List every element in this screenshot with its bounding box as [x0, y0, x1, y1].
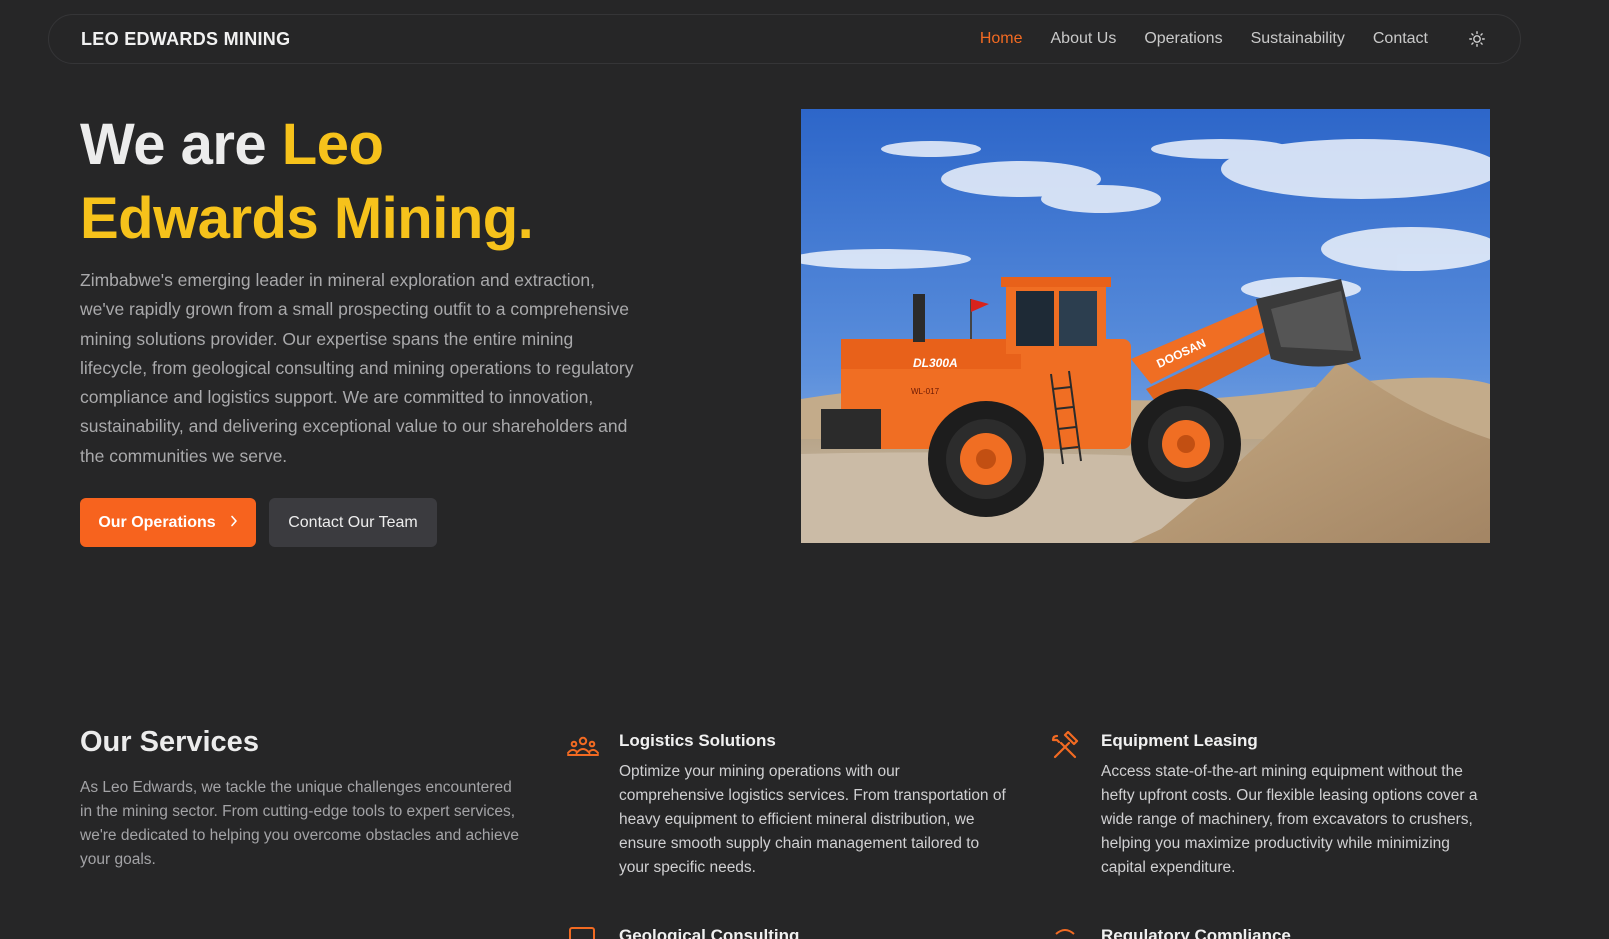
hero-title: We are Leo Edwards Mining.	[80, 108, 720, 256]
our-operations-button[interactable]: Our Operations	[80, 498, 256, 547]
service-regulatory-compliance: Regulatory Compliance	[1048, 926, 1498, 939]
hero-title-accent-1: Leo	[281, 112, 384, 177]
sun-icon[interactable]	[1466, 28, 1488, 50]
hero-title-accent-2: Edwards Mining.	[80, 186, 534, 251]
team-icon	[566, 731, 600, 761]
loader-plate-label: WL-017	[911, 387, 940, 396]
nav-link-sustainability[interactable]: Sustainability	[1251, 30, 1345, 48]
service-description: Optimize your mining operations with our…	[619, 763, 1006, 876]
service-title: Geological Consulting	[619, 926, 800, 939]
service-equipment-leasing: Equipment Leasing Access state-of-the-ar…	[1048, 730, 1498, 881]
service-title: Equipment Leasing	[1101, 731, 1258, 750]
nav-links: Home About Us Operations Sustainability …	[980, 28, 1488, 50]
top-navbar: LEO EDWARDS MINING Home About Us Operati…	[48, 14, 1521, 64]
page: LEO EDWARDS MINING Home About Us Operati…	[0, 0, 1609, 939]
hero-title-plain: We are	[80, 112, 282, 177]
loader-model-label: DL300A	[913, 356, 958, 370]
service-description: Access state-of-the-art mining equipment…	[1101, 763, 1478, 876]
brand-logo-text[interactable]: LEO EDWARDS MINING	[81, 29, 290, 50]
service-geological-consulting: Geological Consulting	[566, 926, 1016, 939]
services-description: As Leo Edwards, we tackle the unique cha…	[80, 779, 519, 868]
our-operations-label: Our Operations	[98, 513, 216, 531]
service-title: Logistics Solutions	[619, 731, 776, 750]
service-title: Regulatory Compliance	[1101, 926, 1291, 939]
nav-link-operations[interactable]: Operations	[1144, 30, 1222, 48]
hero-description: Zimbabwe's emerging leader in mineral ex…	[80, 270, 634, 466]
service-logistics-solutions: Logistics Solutions Optimize your mining…	[566, 731, 1016, 881]
nav-link-home[interactable]: Home	[980, 30, 1023, 48]
services-title: Our Services	[80, 726, 259, 758]
contact-our-team-button[interactable]: Contact Our Team	[269, 498, 437, 547]
tools-icon	[1048, 730, 1082, 761]
shield-icon	[1048, 926, 1082, 939]
monitor-icon	[566, 926, 600, 939]
nav-link-contact[interactable]: Contact	[1373, 30, 1428, 48]
nav-link-about-us[interactable]: About Us	[1051, 30, 1117, 48]
chevron-right-icon	[230, 514, 238, 532]
hero-image-wheel-loader: DL300A WL-017 DOOSAN	[801, 109, 1490, 543]
